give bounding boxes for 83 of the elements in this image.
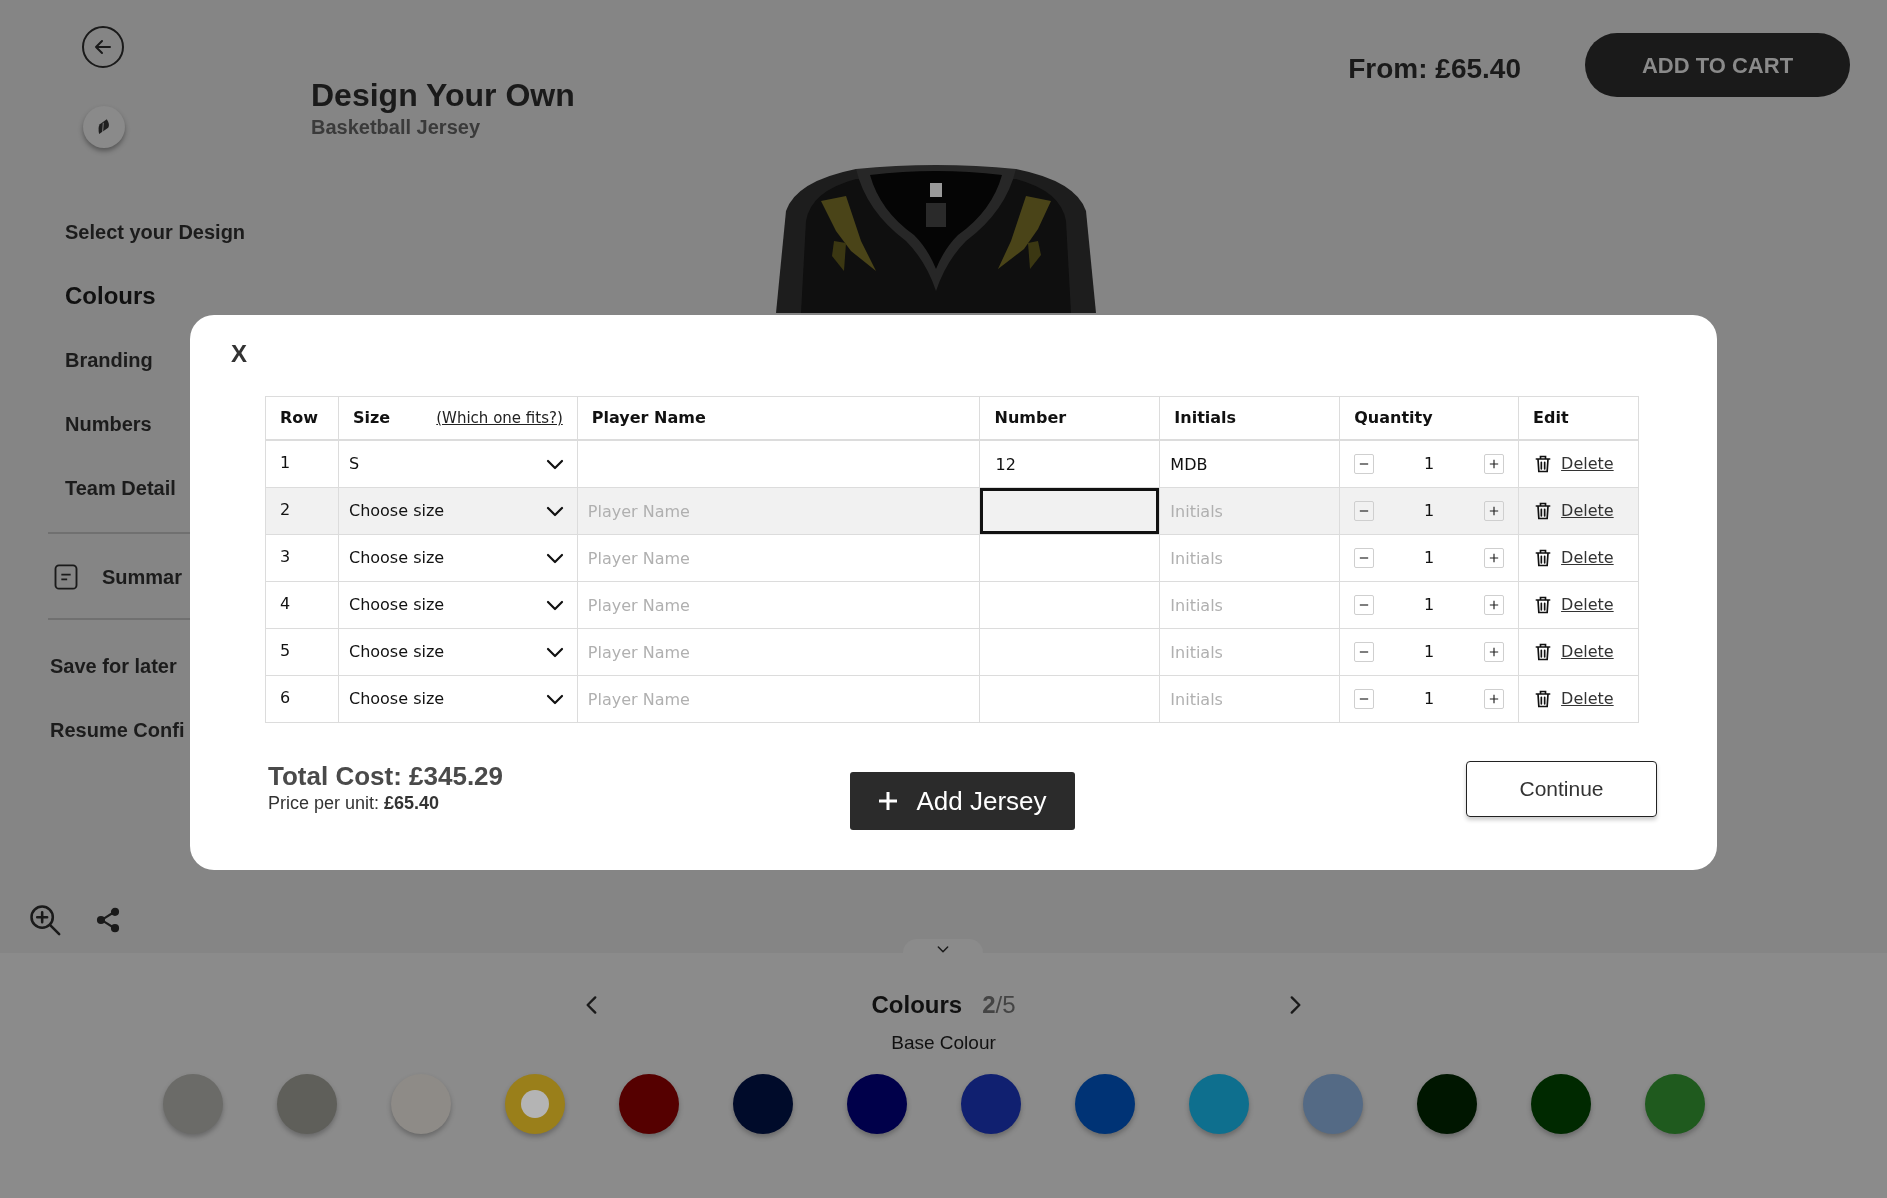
- column-header: Number: [994, 407, 1067, 429]
- plus-icon: [1489, 459, 1500, 469]
- delete-button[interactable]: Delete: [1533, 593, 1614, 617]
- column-header: Edit: [1533, 407, 1569, 429]
- row-number: 2: [266, 488, 339, 534]
- increase-button[interactable]: [1484, 501, 1505, 521]
- back-button[interactable]: [82, 26, 124, 68]
- column-header: Player Name: [591, 407, 706, 429]
- leaf-logo-icon: [97, 117, 111, 137]
- colour-swatch[interactable]: [276, 1073, 337, 1134]
- size-dropdown[interactable]: Choose size: [348, 687, 567, 711]
- quantity-value: 1: [1424, 641, 1435, 663]
- step-subtitle: Base Colour: [891, 1031, 996, 1055]
- size-dropdown[interactable]: Choose size: [348, 593, 567, 617]
- increase-button[interactable]: [1484, 642, 1505, 662]
- plus-icon: [1489, 506, 1500, 516]
- product-subtitle: Basketball Jersey: [311, 115, 481, 140]
- decrease-button[interactable]: [1354, 548, 1375, 568]
- colour-swatch[interactable]: [960, 1073, 1021, 1134]
- number-field[interactable]: [980, 488, 1160, 534]
- total-cost: Total Cost: £345.29: [268, 761, 505, 791]
- plus-icon: [1489, 647, 1500, 657]
- delete-button[interactable]: Delete: [1533, 687, 1614, 711]
- size-dropdown[interactable]: S: [348, 452, 567, 476]
- colour-swatch[interactable]: [1074, 1073, 1135, 1134]
- share-icon[interactable]: [94, 906, 122, 934]
- colour-swatch[interactable]: [1416, 1073, 1477, 1134]
- quantity-value: 1: [1424, 594, 1435, 616]
- colour-swatch[interactable]: [504, 1073, 565, 1134]
- unit-price: Price per unit: £65.40: [268, 792, 441, 815]
- increase-button[interactable]: [1484, 595, 1505, 615]
- page-title: Design Your Own: [311, 76, 575, 114]
- column-header: Initials: [1174, 407, 1237, 429]
- colour-swatch[interactable]: [1302, 1073, 1363, 1134]
- summary-link[interactable]: Summar: [102, 562, 183, 592]
- column-header: Quantity: [1354, 407, 1433, 429]
- colour-swatch[interactable]: [390, 1073, 451, 1134]
- size-dropdown[interactable]: Choose size: [348, 640, 567, 664]
- size-dropdown[interactable]: Choose size: [348, 546, 567, 570]
- colour-swatch[interactable]: [618, 1073, 679, 1134]
- document-icon: [52, 562, 80, 592]
- delete-button[interactable]: Delete: [1533, 640, 1614, 664]
- colour-swatch[interactable]: [1530, 1073, 1591, 1134]
- decrease-button[interactable]: [1354, 595, 1375, 615]
- step-counter: 2/5: [982, 990, 1016, 1020]
- plus-icon: [878, 791, 899, 811]
- colour-swatch[interactable]: [1644, 1073, 1705, 1134]
- size-guide-link[interactable]: (Which one fits?): [436, 406, 563, 430]
- quantity-value: 1: [1424, 688, 1435, 710]
- close-button[interactable]: X: [224, 336, 254, 366]
- column-header: Row: [280, 407, 319, 429]
- plus-icon: [1489, 600, 1500, 610]
- increase-button[interactable]: [1484, 454, 1505, 474]
- initials-field[interactable]: Initials: [1160, 488, 1340, 534]
- plus-icon: [1489, 553, 1500, 563]
- continue-button[interactable]: Continue: [1466, 761, 1657, 817]
- column-header: Size: [352, 407, 391, 429]
- zoom-in-icon[interactable]: [28, 903, 62, 937]
- sidebar-item[interactable]: Colours: [65, 282, 311, 310]
- colour-swatch[interactable]: [732, 1073, 793, 1134]
- quantity-value: 1: [1424, 547, 1435, 569]
- logo-badge[interactable]: [83, 106, 125, 148]
- decrease-button[interactable]: [1354, 642, 1375, 662]
- player-name-field[interactable]: Player Name: [577, 488, 980, 534]
- add-jersey-button[interactable]: Add Jersey: [850, 772, 1075, 830]
- colour-swatch[interactable]: [162, 1073, 223, 1134]
- price-label: From: £65.40: [1348, 52, 1521, 86]
- decrease-button[interactable]: [1354, 689, 1375, 709]
- increase-button[interactable]: [1484, 548, 1505, 568]
- quantity-value: 1: [1424, 453, 1435, 475]
- increase-button[interactable]: [1484, 689, 1505, 709]
- step-title: Colours: [871, 990, 963, 1020]
- colour-swatch[interactable]: [846, 1073, 907, 1134]
- decrease-button[interactable]: [1354, 501, 1375, 521]
- delete-button[interactable]: Delete: [1533, 546, 1614, 570]
- delete-button[interactable]: Delete: [1533, 452, 1614, 476]
- selected-ring-icon: [520, 1089, 549, 1118]
- colour-swatch[interactable]: [1188, 1073, 1249, 1134]
- plus-icon: [1489, 694, 1500, 704]
- sidebar-item[interactable]: Select your Design: [65, 218, 311, 246]
- quantity-value: 1: [1424, 500, 1435, 522]
- decrease-button[interactable]: [1354, 454, 1375, 474]
- add-to-cart-button[interactable]: ADD TO CART: [1585, 33, 1850, 97]
